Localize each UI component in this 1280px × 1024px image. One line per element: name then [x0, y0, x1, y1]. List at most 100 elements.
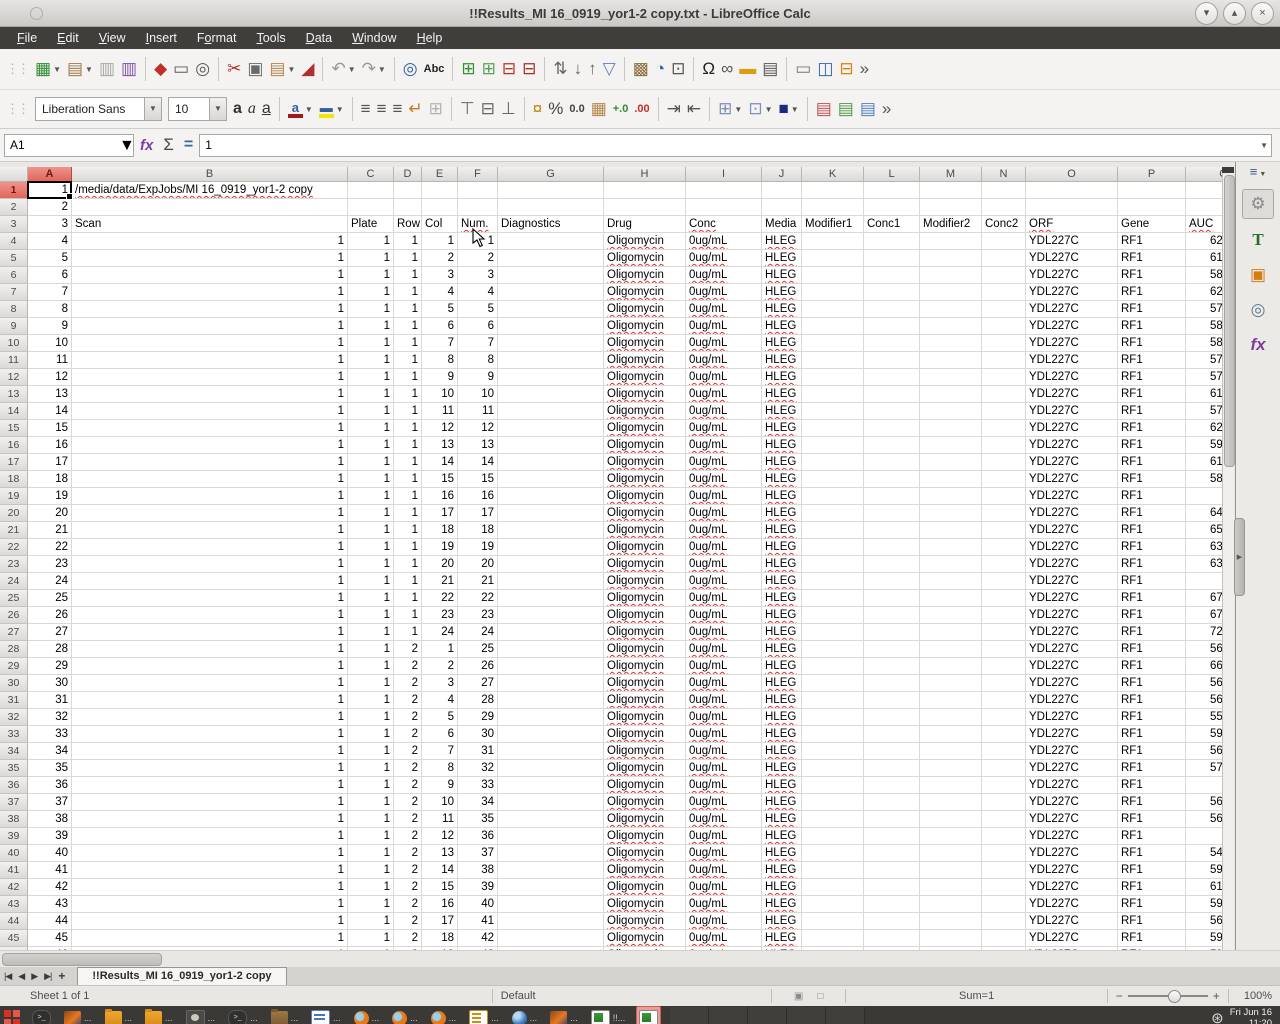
cell-D12[interactable]: 1: [394, 369, 422, 386]
cell-J35[interactable]: HLEG: [762, 760, 802, 777]
cell-A11[interactable]: 11: [28, 352, 72, 369]
cell-I12[interactable]: 0ug/mL: [686, 369, 762, 386]
cell-L32[interactable]: [864, 709, 920, 726]
cell-Q19[interactable]: 62.583: [1186, 488, 1222, 505]
cell-P35[interactable]: RF1: [1118, 760, 1186, 777]
cell-O37[interactable]: YDL227C: [1026, 794, 1118, 811]
cell-P14[interactable]: RF1: [1118, 403, 1186, 420]
cell-B39[interactable]: 1: [72, 828, 348, 845]
cell-Q39[interactable]: 59.244: [1186, 828, 1222, 845]
cell-M6[interactable]: [920, 267, 982, 284]
cell-B15[interactable]: 1: [72, 420, 348, 437]
cell-P13[interactable]: RF1: [1118, 386, 1186, 403]
cell-A20[interactable]: 20: [28, 505, 72, 522]
cell-G41[interactable]: [498, 862, 604, 879]
cell-D37[interactable]: 2: [394, 794, 422, 811]
sort-button[interactable]: ⇅: [550, 55, 570, 83]
cell-H38[interactable]: Oligomycin: [604, 811, 686, 828]
cell-O25[interactable]: YDL227C: [1026, 590, 1118, 607]
cell-F21[interactable]: 18: [458, 522, 498, 539]
cell-B2[interactable]: [72, 199, 348, 216]
cell-B44[interactable]: 1: [72, 913, 348, 930]
cell-H12[interactable]: Oligomycin: [604, 369, 686, 386]
cell-L40[interactable]: [864, 845, 920, 862]
cell-M4[interactable]: [920, 233, 982, 250]
cell-J5[interactable]: HLEG: [762, 250, 802, 267]
cell-L35[interactable]: [864, 760, 920, 777]
cell-M33[interactable]: [920, 726, 982, 743]
cell-K18[interactable]: [802, 471, 864, 488]
sort-ascending-button[interactable]: ↓: [571, 55, 586, 83]
cell-C7[interactable]: 1: [348, 284, 394, 301]
cell-P39[interactable]: RF1: [1118, 828, 1186, 845]
cell-K11[interactable]: [802, 352, 864, 369]
decrease-indent-button[interactable]: ⇤: [684, 95, 704, 123]
cell-B42[interactable]: 1: [72, 879, 348, 896]
cell-K17[interactable]: [802, 454, 864, 471]
minimize-button[interactable]: ▾: [1195, 2, 1218, 25]
cell-E45[interactable]: 18: [422, 930, 458, 947]
cell-I22[interactable]: 0ug/mL: [686, 539, 762, 556]
cell-E17[interactable]: 14: [422, 454, 458, 471]
cell-E39[interactable]: 12: [422, 828, 458, 845]
selection-mode-icon[interactable]: □: [817, 991, 823, 1002]
cell-P43[interactable]: RF1: [1118, 896, 1186, 913]
cell-C24[interactable]: 1: [348, 573, 394, 590]
cell-N16[interactable]: [982, 437, 1026, 454]
cell-K2[interactable]: [802, 199, 864, 216]
cell-Q18[interactable]: 5896.433: [1186, 471, 1222, 488]
cell-I34[interactable]: 0ug/mL: [686, 743, 762, 760]
cell-I18[interactable]: 0ug/mL: [686, 471, 762, 488]
more-toolbar-options-button[interactable]: »: [857, 55, 872, 83]
cell-Q2[interactable]: [1186, 199, 1222, 216]
cell-D17[interactable]: 1: [394, 454, 422, 471]
cell-K31[interactable]: [802, 692, 864, 709]
expand-formula-bar-icon[interactable]: ▼: [1257, 141, 1271, 150]
cell-Q43[interactable]: 5992.418: [1186, 896, 1222, 913]
cell-K14[interactable]: [802, 403, 864, 420]
cell-N31[interactable]: [982, 692, 1026, 709]
cell-J2[interactable]: [762, 199, 802, 216]
cell-Q28[interactable]: 5621.847: [1186, 641, 1222, 658]
cell-C16[interactable]: 1: [348, 437, 394, 454]
cell-P5[interactable]: RF1: [1118, 250, 1186, 267]
cell-J15[interactable]: HLEG: [762, 420, 802, 437]
cell-E22[interactable]: 19: [422, 539, 458, 556]
cell-C18[interactable]: 1: [348, 471, 394, 488]
row-header-20[interactable]: 20: [0, 505, 28, 522]
cell-E4[interactable]: 1: [422, 233, 458, 250]
cell-Q10[interactable]: 5857.638: [1186, 335, 1222, 352]
cell-O27[interactable]: YDL227C: [1026, 624, 1118, 641]
cell-D11[interactable]: 1: [394, 352, 422, 369]
export-pdf-button[interactable]: ◆: [151, 55, 170, 83]
cell-K45[interactable]: [802, 930, 864, 947]
page-style[interactable]: Default: [493, 990, 771, 1002]
cell-E14[interactable]: 11: [422, 403, 458, 420]
cell-I6[interactable]: 0ug/mL: [686, 267, 762, 284]
cell-P8[interactable]: RF1: [1118, 301, 1186, 318]
font-name-dropdown-icon[interactable]: ▼: [144, 98, 161, 120]
cell-D14[interactable]: 1: [394, 403, 422, 420]
cell-N28[interactable]: [982, 641, 1026, 658]
formula-input[interactable]: [200, 138, 1257, 152]
cell-A15[interactable]: 15: [28, 420, 72, 437]
cell-E25[interactable]: 22: [422, 590, 458, 607]
cell-Q33[interactable]: 5902.647: [1186, 726, 1222, 743]
cell-K4[interactable]: [802, 233, 864, 250]
cell-D20[interactable]: 1: [394, 505, 422, 522]
cell-M45[interactable]: [920, 930, 982, 947]
sidebar-collapse-handle[interactable]: ▶: [1234, 518, 1245, 596]
cell-L31[interactable]: [864, 692, 920, 709]
cell-I35[interactable]: 0ug/mL: [686, 760, 762, 777]
cell-B4[interactable]: 1: [72, 233, 348, 250]
percent-button[interactable]: %: [545, 95, 566, 123]
cell-I28[interactable]: 0ug/mL: [686, 641, 762, 658]
sidebar-tab-navigator[interactable]: ◎: [1243, 296, 1273, 324]
cell-L10[interactable]: [864, 335, 920, 352]
cell-Q12[interactable]: 5781.927: [1186, 369, 1222, 386]
cell-K20[interactable]: [802, 505, 864, 522]
cell-O32[interactable]: YDL227C: [1026, 709, 1118, 726]
cell-F29[interactable]: 26: [458, 658, 498, 675]
taskbar-item-firefox-2[interactable]: ...: [390, 1007, 420, 1024]
delete-row-button[interactable]: ⊟: [499, 55, 519, 83]
